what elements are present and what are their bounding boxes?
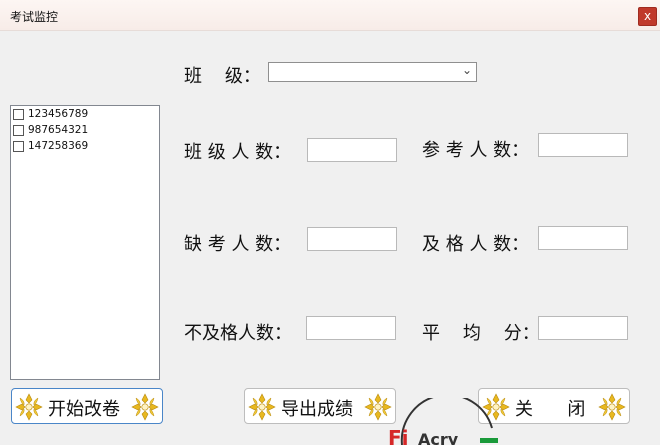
window-title: 考试监控	[10, 10, 59, 24]
taking-count-label: 参 考 人 数：	[422, 140, 530, 161]
svg-text:Acry: Acry	[418, 430, 459, 445]
average-label: 平 均 分：	[422, 323, 540, 344]
student-id: 147258369	[28, 140, 89, 152]
pass-count-label: 及 格 人 数：	[422, 234, 530, 255]
watermark-logo: Fi Acry	[388, 398, 498, 445]
class-count-field[interactable]	[307, 138, 397, 162]
list-item[interactable]: 987654321	[11, 122, 159, 138]
close-window-button[interactable]: x	[638, 7, 657, 26]
average-field[interactable]	[538, 316, 628, 340]
class-label: 班 级：	[184, 66, 261, 87]
student-checkbox[interactable]	[13, 124, 24, 136]
title-bar: 考试监控 x	[0, 0, 660, 31]
svg-text:Fi: Fi	[388, 426, 409, 445]
class-select[interactable]: ⌄	[268, 62, 477, 82]
pass-count-field[interactable]	[538, 226, 628, 250]
class-count-label: 班 级 人 数：	[184, 142, 292, 163]
taking-count-field[interactable]	[538, 133, 628, 157]
student-checkbox[interactable]	[13, 108, 24, 120]
student-id: 123456789	[28, 108, 89, 120]
ornament-icon	[131, 393, 159, 421]
student-id: 987654321	[28, 124, 89, 136]
absent-count-label: 缺 考 人 数：	[184, 234, 292, 255]
export-scores-label: 导出成绩	[281, 399, 353, 420]
start-grading-label: 开始改卷	[48, 399, 120, 420]
student-checkbox[interactable]	[13, 140, 24, 152]
fail-count-field[interactable]	[306, 316, 396, 340]
export-scores-button[interactable]: 导出成绩	[244, 388, 396, 424]
ornament-icon	[15, 393, 43, 421]
absent-count-field[interactable]	[307, 227, 397, 251]
student-list[interactable]: 123456789 987654321 147258369	[10, 105, 160, 380]
ornament-icon	[248, 393, 276, 421]
list-item[interactable]: 147258369	[11, 138, 159, 154]
chevron-down-icon: ⌄	[461, 63, 472, 77]
list-item[interactable]: 123456789	[11, 106, 159, 122]
start-grading-button[interactable]: 开始改卷	[11, 388, 163, 424]
close-label: 关 闭	[515, 399, 586, 420]
fail-count-label: 不及格人数：	[184, 323, 292, 344]
ornament-icon	[598, 393, 626, 421]
